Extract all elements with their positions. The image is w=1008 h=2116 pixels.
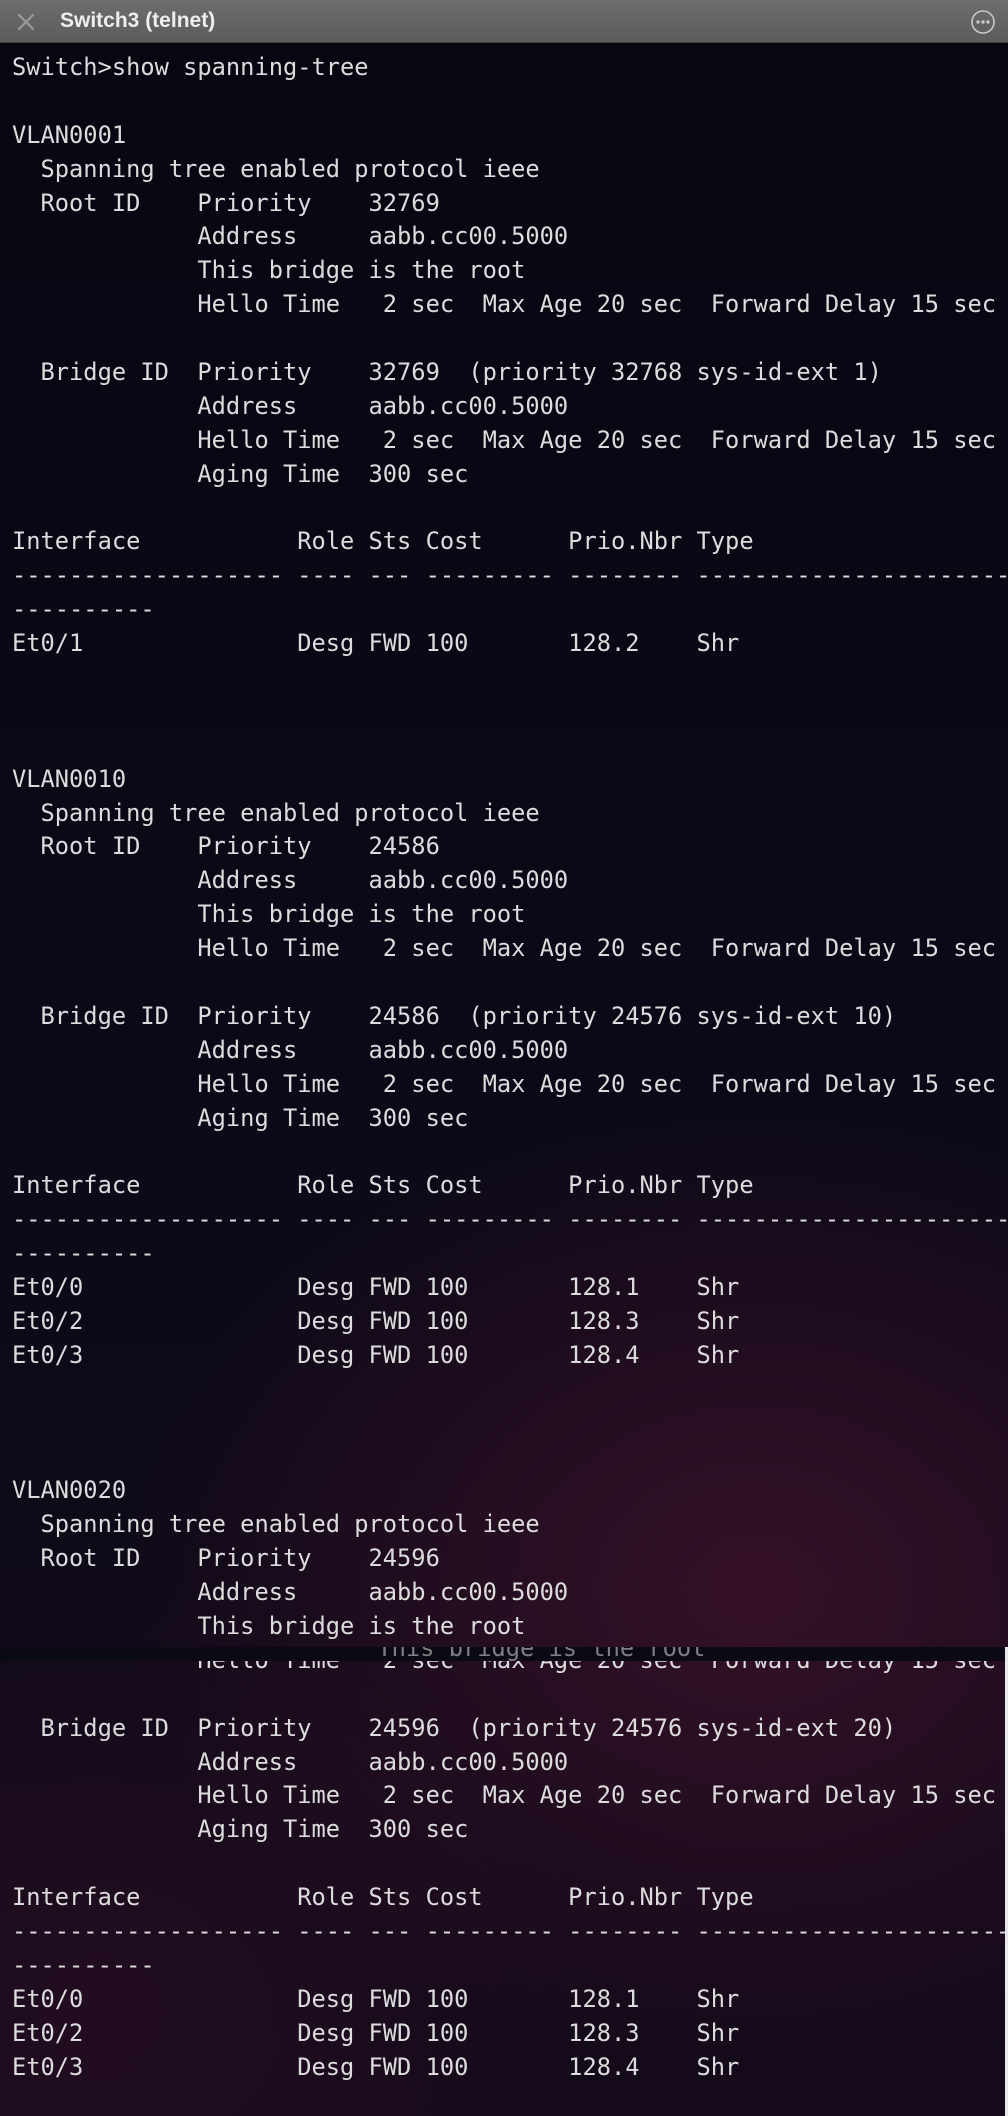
terminal-line: Spanning tree enabled protocol ieee: [12, 798, 540, 827]
title-bar: Switch3 (telnet): [0, 0, 1008, 43]
window-title: Switch3 (telnet): [60, 9, 216, 32]
terminal-line: Aging Time 300 sec: [12, 459, 469, 488]
terminal-line: Hello Time 2 sec Max Age 20 sec Forward …: [12, 1069, 997, 1098]
terminal-line: Hello Time 2 sec Max Age 20 sec Forward …: [12, 425, 997, 454]
telnet-window: Switch3 (telnet) Switch>show spanning-tr…: [0, 0, 1008, 2116]
close-x-icon: [17, 13, 35, 31]
terminal-line: Hello Time 2 sec Max Age 20 sec Forward …: [12, 934, 997, 963]
terminal-line: ------------------- ---- --- --------- -…: [12, 1916, 1008, 1945]
terminal-lines: Switch>show spanning-tree VLAN0001 Spanni…: [12, 51, 1008, 2084]
terminal-line: Et0/1 Desg FWD 100 128.2 Shr: [12, 629, 740, 658]
terminal-line: Bridge ID Priority 32769 (priority 32768…: [12, 358, 882, 387]
terminal-line: VLAN0020: [12, 1476, 127, 1505]
terminal-output[interactable]: Switch>show spanning-tree VLAN0001 Spanni…: [0, 43, 1008, 2116]
terminal-line: Aging Time 300 sec: [12, 1815, 469, 1844]
terminal-line: ------------------- ---- --- --------- -…: [12, 561, 1008, 590]
terminal-line: ----------: [12, 1950, 155, 1979]
terminal-line: Bridge ID Priority 24586 (priority 24576…: [12, 1001, 897, 1030]
terminal-line: VLAN0001: [12, 120, 127, 149]
terminal-line: Et0/3 Desg FWD 100 128.4 Shr: [12, 2052, 740, 2081]
terminal-line: Et0/2 Desg FWD 100 128.3 Shr: [12, 2018, 740, 2047]
terminal-line: Address aabb.cc00.5000: [12, 1747, 569, 1776]
terminal-line: Hello Time 2 sec Max Age 20 sec Forward …: [12, 290, 997, 319]
ellipsis-circle-icon: [971, 10, 995, 34]
terminal-line: This bridge is the root: [12, 256, 526, 285]
terminal-line: Address aabb.cc00.5000: [12, 1578, 569, 1607]
terminal-line: Bridge ID Priority 24596 (priority 24576…: [12, 1713, 897, 1742]
terminal-line: Et0/2 Desg FWD 100 128.3 Shr: [12, 1306, 740, 1335]
terminal-line: Aging Time 300 sec: [12, 1103, 469, 1132]
terminal-line: Address aabb.cc00.5000: [12, 391, 569, 420]
terminal-line: Root ID Priority 24586: [12, 832, 440, 861]
terminal-line: This bridge is the root: [12, 1611, 526, 1640]
more-options-button[interactable]: [970, 9, 996, 35]
terminal-line: Address aabb.cc00.5000: [12, 866, 569, 895]
terminal-line: Root ID Priority 24596: [12, 1544, 440, 1573]
terminal-line: This bridge is the root: [12, 900, 526, 929]
terminal-line: Switch>show spanning-tree: [12, 53, 369, 81]
terminal-line: Root ID Priority 32769: [12, 188, 440, 217]
terminal-line: Hello Time 2 sec Max Age 20 sec Forward …: [12, 1781, 997, 1810]
terminal-line: Et0/3 Desg FWD 100 128.4 Shr: [12, 1340, 740, 1369]
terminal-line: ----------: [12, 1239, 155, 1268]
terminal-line: VLAN0010: [12, 764, 127, 793]
terminal-line: Et0/0 Desg FWD 100 128.1 Shr: [12, 1984, 740, 2013]
close-button[interactable]: [14, 10, 38, 34]
terminal-line: ------------------- ---- --- --------- -…: [12, 1205, 1008, 1234]
terminal-line: Spanning tree enabled protocol ieee: [12, 1510, 540, 1539]
terminal-line: ----------: [12, 595, 155, 624]
terminal-line: Spanning tree enabled protocol ieee: [12, 154, 540, 183]
terminal-line: Address aabb.cc00.5000: [12, 1035, 569, 1064]
terminal-line: Interface Role Sts Cost Prio.Nbr Type: [12, 527, 754, 556]
terminal-line: Interface Role Sts Cost Prio.Nbr Type: [12, 1171, 754, 1200]
terminal-line: Address aabb.cc00.5000: [12, 222, 569, 251]
terminal-line: Interface Role Sts Cost Prio.Nbr Type: [12, 1883, 754, 1912]
terminal-line: Et0/0 Desg FWD 100 128.1 Shr: [12, 1273, 740, 1302]
